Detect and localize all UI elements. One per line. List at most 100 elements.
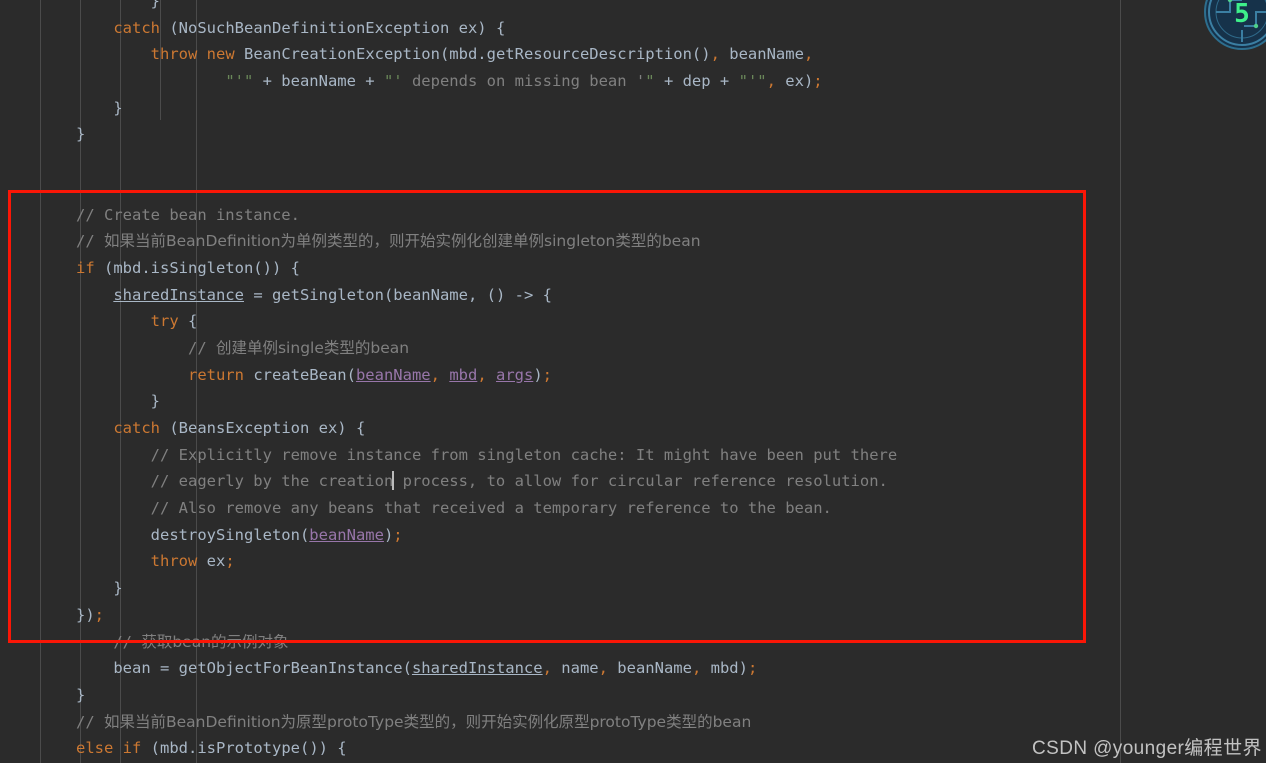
code-line[interactable]: } [0,95,1266,122]
code-editor-surface[interactable]: } catch (NoSuchBeanDefinitionException e… [0,0,1266,763]
code-token: ; [542,365,553,384]
code-token: 如果当前BeanDefinition为原型protoType类型的，则开始实例化… [104,712,752,731]
code-token: ; [813,72,823,91]
code-token: if [122,739,142,758]
code-line[interactable]: return createBean(beanName, mbd, args); [0,362,1266,389]
code-token: beanName [719,45,804,64]
code-token: 创建单例single类型的bean [215,338,410,357]
code-line[interactable]: throw ex; [0,548,1266,575]
code-line[interactable]: // 如果当前BeanDefinition为原型protoType类型的，则开始… [0,709,1266,736]
code-token: { [178,312,198,331]
code-token: sharedInstance [411,659,543,678]
code-token: BeanCreationException(mbd.getResourceDes… [234,45,711,64]
code-token: , [477,365,487,384]
code-token: ex) [775,72,814,91]
code-token: } [76,685,86,704]
code-line[interactable]: // 创建单例single类型的bean [0,335,1266,362]
code-token: sharedInstance [113,285,244,304]
code-token: if [76,258,95,277]
code-token: "' [383,72,412,91]
code-token: + beanName + [253,72,384,91]
code-line[interactable]: try { [0,308,1266,335]
code-token: process, to allow for circular reference… [393,472,888,491]
code-line[interactable]: catch (BeansException ex) { [0,415,1266,442]
code-token: , [542,659,552,678]
code-token: } [113,98,123,117]
code-line[interactable]: } [0,682,1266,709]
code-token: " [645,72,655,91]
code-line[interactable]: throw new BeanCreationException(mbd.getR… [0,41,1266,68]
code-token: createBean( [243,365,356,384]
code-line[interactable]: destroySingleton(beanName); [0,522,1266,549]
code-token: bean = getObjectForBeanInstance( [76,659,412,678]
code-line[interactable]: "'" + beanName + "' depends on missing b… [0,68,1266,95]
code-token: , [430,365,440,384]
code-token: throw [150,552,198,571]
code-line[interactable]: // Explicitly remove instance from singl… [0,442,1266,469]
code-line[interactable]: // 如果当前BeanDefinition为单例类型的，则开始实例化创建单例si… [0,228,1266,255]
code-line[interactable]: // Also remove any beans that received a… [0,495,1266,522]
code-token: ) [533,365,543,384]
code-token: ) [383,525,394,544]
code-token: beanName [607,659,692,678]
code-line[interactable] [0,148,1266,175]
code-token: mbd [449,365,478,384]
code-token: beanName [355,365,431,384]
code-token: // [76,338,216,357]
code-line[interactable]: bean = getObjectForBeanInstance(sharedIn… [0,655,1266,682]
code-line[interactable]: // 获取bean的示例对象 [0,629,1266,656]
code-token: // Explicitly remove instance from singl… [76,445,898,464]
code-token: , [691,659,702,678]
code-token: args [496,365,534,384]
code-line[interactable]: } [0,575,1266,602]
badge-label: 5 [1234,0,1250,29]
code-line[interactable]: // Create bean instance. [0,202,1266,229]
code-line[interactable]: if (mbd.isSingleton()) { [0,255,1266,282]
code-token: , [598,659,608,678]
code-token: // [76,232,104,251]
code-token: } [150,392,160,411]
code-line[interactable] [0,175,1266,202]
code-token: // Create bean instance. [76,205,300,224]
code-token: = getSingleton(beanName, () -> { [243,285,552,304]
code-token: ; [94,605,105,624]
code-token: try [150,312,179,331]
code-line[interactable]: } [0,0,1266,15]
code-token: ex [197,552,226,571]
code-token: (mbd.isSingleton()) { [94,258,300,277]
csdn-watermark: CSDN @younger编程世界 [1032,738,1262,759]
code-token: beanName [309,525,384,544]
code-line[interactable]: sharedInstance = getSingleton(beanName, … [0,282,1266,309]
code-token: // [76,632,142,651]
code-token: } [113,579,123,598]
code-token: } [150,0,160,10]
code-token: (NoSuchBeanDefinitionException ex) { [160,18,506,37]
code-token: catch [113,18,160,37]
code-token: , [803,45,814,64]
code-line[interactable]: } [0,388,1266,415]
code-token: , [766,72,776,91]
code-line[interactable]: }); [0,602,1266,629]
code-editor-screenshot: } catch (NoSuchBeanDefinitionException e… [0,0,1266,763]
code-line[interactable]: // eagerly by the creation process, to a… [0,468,1266,495]
code-token: catch [113,419,160,437]
code-token: // eagerly by the creation [76,472,394,491]
code-line[interactable]: } [0,121,1266,148]
code-token: else [76,739,114,758]
code-token: ; [747,659,758,678]
code-line[interactable]: catch (NoSuchBeanDefinitionException ex)… [0,15,1266,42]
